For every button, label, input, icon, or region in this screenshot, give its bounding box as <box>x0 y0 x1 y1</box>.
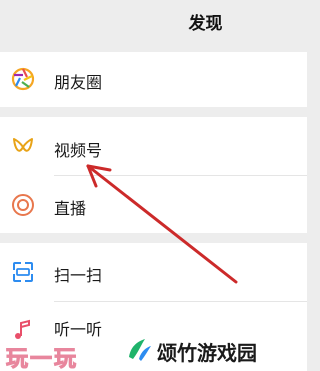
music-note-icon <box>15 319 30 339</box>
watermark-right: 颂竹游戏园 <box>157 341 257 365</box>
top-bar: 发现 <box>0 0 307 44</box>
menu-item-label: 直播 <box>54 199 87 218</box>
bamboo-logo-icon <box>129 339 151 361</box>
channels-icon <box>13 138 33 152</box>
scan-icon <box>13 262 33 282</box>
menu-item-label: 扫一扫 <box>54 266 103 285</box>
menu-item-moments[interactable]: 朋友圈 <box>0 52 307 107</box>
menu-item-label: 听一听 <box>54 320 103 339</box>
menu-item-scan[interactable]: 扫一扫 <box>0 243 307 301</box>
menu-item-label: 朋友圈 <box>54 73 103 92</box>
live-icon <box>12 194 34 216</box>
menu-item-label: 视频号 <box>54 141 103 160</box>
menu-group-social: 朋友圈 <box>0 52 307 107</box>
menu-item-live[interactable]: 直播 <box>0 175 307 233</box>
watermark-left: 玩一玩 <box>5 347 79 371</box>
menu-group-video: 视频号 直播 <box>0 117 307 233</box>
moments-aperture-icon <box>11 67 35 91</box>
page-title: 发现 <box>188 14 223 34</box>
menu-item-channels[interactable]: 视频号 <box>0 117 307 175</box>
